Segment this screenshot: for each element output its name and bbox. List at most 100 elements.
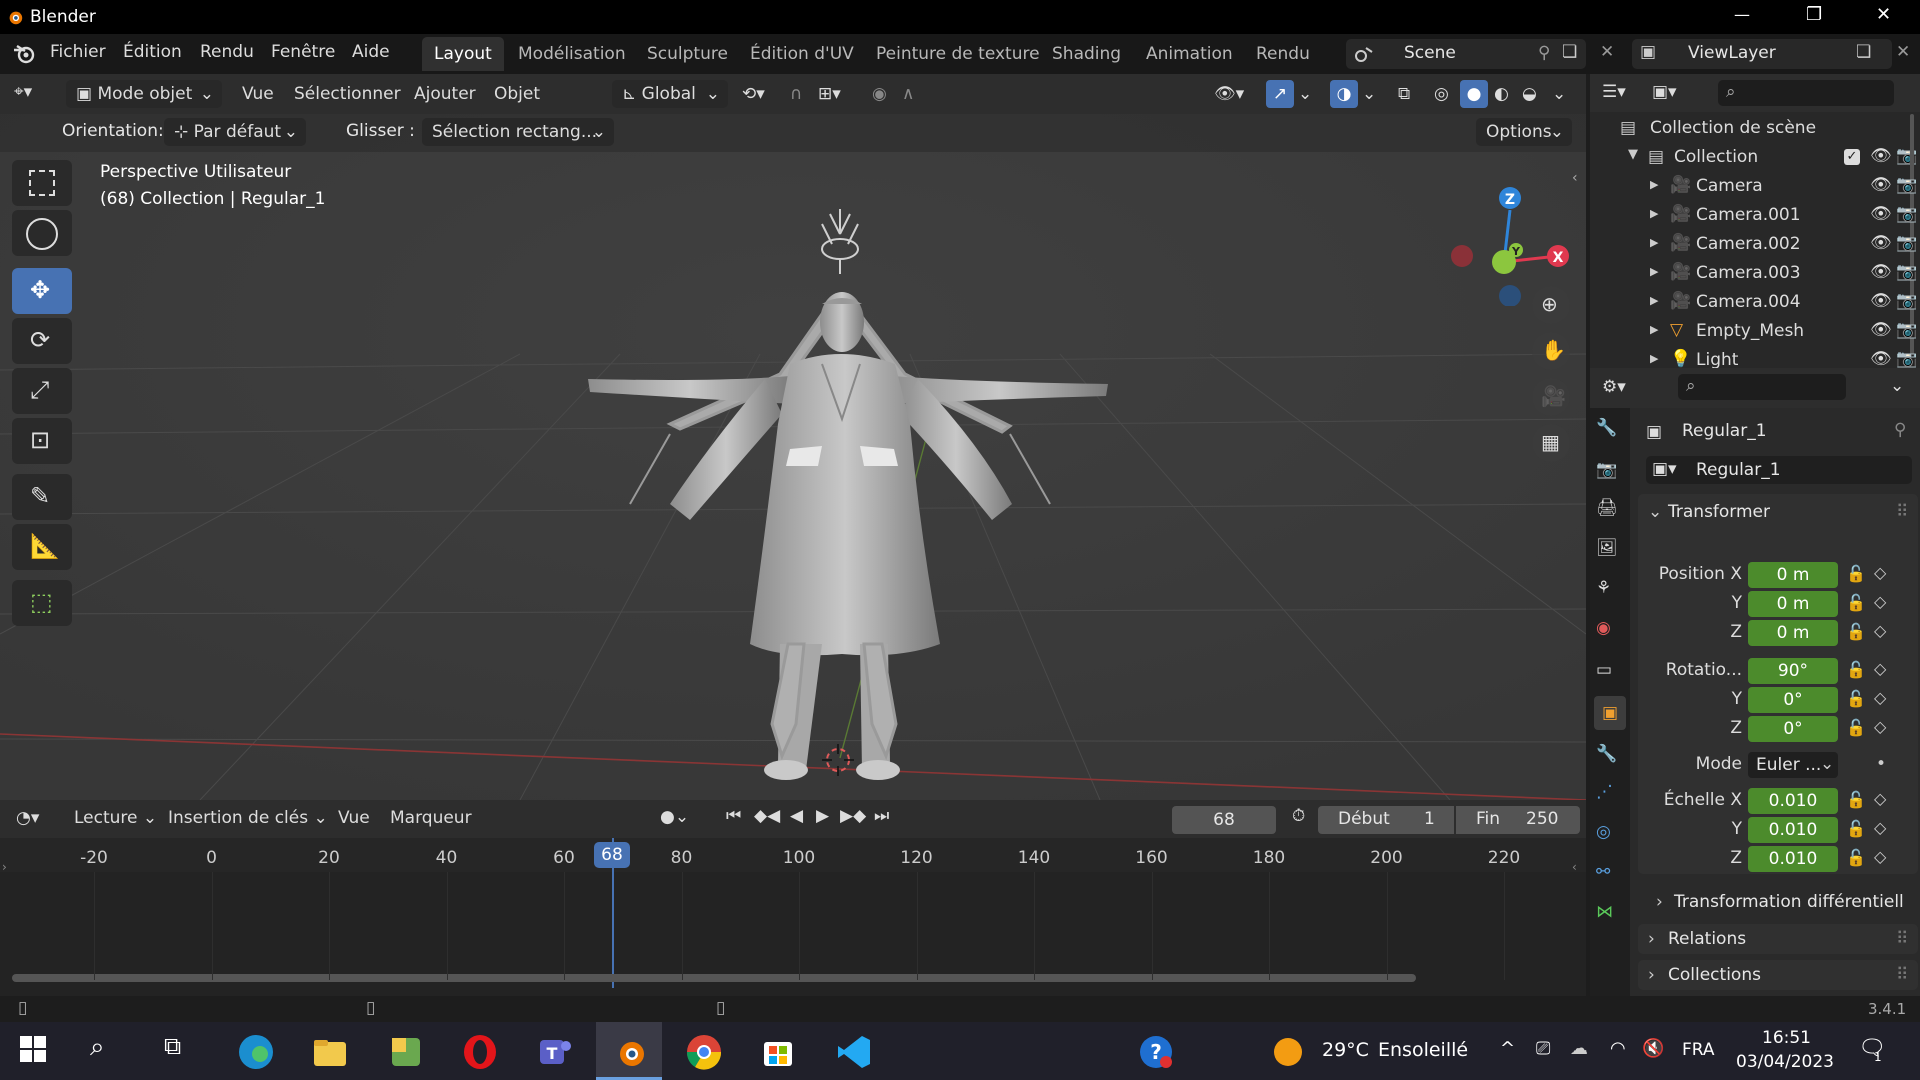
wireframe-shading-icon[interactable]: ◎ (1434, 80, 1449, 108)
navigation-gizmo[interactable]: Z X Y (1440, 166, 1580, 306)
eye-icon[interactable]: 👁 (1870, 262, 1892, 282)
scene-selector[interactable]: Scene ⚲ ❏ (1346, 39, 1586, 69)
tab-rendu[interactable]: Rendu (1244, 37, 1322, 71)
task-view-icon[interactable]: ⧉ (164, 1032, 204, 1072)
rendered-shading-icon[interactable]: ◒ (1522, 80, 1537, 108)
select-box-tool[interactable] (12, 160, 72, 206)
mode-dropdown[interactable]: ▣ Mode objet ⌄ (66, 80, 222, 108)
collection-row[interactable]: ▼ ▤ Collection ✓ 👁 📷 (1590, 143, 1920, 172)
start-frame-field[interactable]: Début 1 (1318, 806, 1454, 834)
drag-handle-icon[interactable]: ⠿ (1896, 502, 1908, 522)
rotation-x-field[interactable]: 90° (1748, 658, 1838, 684)
lock-icon[interactable]: 🔓 (1846, 848, 1866, 867)
outliner-search[interactable]: ⌕ (1718, 80, 1894, 106)
lock-icon[interactable]: 🔓 (1846, 564, 1866, 583)
edge-browser-icon[interactable] (236, 1032, 276, 1072)
current-frame-field[interactable]: 68 (1172, 806, 1276, 834)
weather-sun-icon[interactable] (1274, 1038, 1302, 1066)
expand-arrow-icon[interactable]: ▶ (1650, 352, 1658, 365)
mode-keyframe-dot[interactable]: • (1876, 754, 1886, 774)
scale-tool[interactable]: ⤢ (12, 368, 72, 414)
lock-icon[interactable]: 🔓 (1846, 622, 1866, 641)
timeline-menu-lecture[interactable]: Lecture ⌄ (74, 804, 157, 832)
new-view-layer-icon[interactable]: ❏ (1856, 42, 1871, 62)
menu-fichier[interactable]: Fichier (50, 42, 106, 62)
store-icon[interactable] (758, 1032, 798, 1072)
keyframe-icon[interactable]: ◇ (1874, 717, 1886, 736)
expand-arrow-icon[interactable]: ▶ (1650, 207, 1658, 220)
relations-panel[interactable]: › Relations ⠿ (1638, 924, 1918, 954)
timeline-editor[interactable]: ◔▾ Lecture ⌄ Insertion de clés ⌄ Vue Mar… (0, 800, 1586, 996)
visibility-icon[interactable]: 👁▾ (1214, 80, 1244, 108)
clock-date[interactable]: 03/04/2023 (1736, 1052, 1834, 1072)
end-frame-field[interactable]: Fin 250 (1456, 806, 1580, 834)
render-tab-icon[interactable]: 📷 (1596, 460, 1624, 488)
menu-rendu[interactable]: Rendu (200, 42, 254, 62)
scale-z-field[interactable]: 0.010 (1748, 846, 1838, 872)
keyframe-icon[interactable]: ◇ (1874, 688, 1886, 707)
world-tab-icon[interactable]: ◉ (1596, 618, 1624, 646)
minimize-button[interactable]: — (1734, 5, 1750, 24)
keyframe-icon[interactable]: ◇ (1874, 847, 1886, 866)
play-reverse-icon[interactable]: ◀ (790, 806, 803, 826)
lock-icon[interactable]: 🔓 (1846, 593, 1866, 612)
render-icon[interactable]: 📷 (1896, 233, 1917, 253)
render-icon[interactable]: 📷 (1896, 262, 1917, 282)
eye-icon[interactable]: 👁 (1870, 233, 1892, 253)
tab-shading[interactable]: Shading (1040, 37, 1133, 71)
scale-y-field[interactable]: 0.010 (1748, 817, 1838, 843)
rotate-tool[interactable]: ⟳ (12, 318, 72, 364)
jump-end-icon[interactable]: ⏭ (874, 806, 889, 826)
properties-editor-icon[interactable]: ⚙▾ (1602, 377, 1626, 397)
overlays-dropdown-icon[interactable]: ⌄ (1362, 80, 1376, 108)
blender-taskbar-button[interactable] (596, 1022, 662, 1080)
properties-options-icon[interactable]: ⌄ (1890, 376, 1904, 396)
stopwatch-icon[interactable]: ⏱ (1292, 806, 1305, 826)
view-layer-tab-icon[interactable]: 🖼 (1596, 538, 1624, 566)
data-tab-icon[interactable]: ⋈ (1596, 902, 1624, 930)
cursor-tool[interactable] (12, 210, 72, 256)
delta-transform-subpanel[interactable]: › Transformation différentiell (1654, 890, 1916, 916)
outliner-item[interactable]: ▶ 🎥 Camera.002 👁 📷 (1590, 230, 1920, 259)
properties-search[interactable]: ⌕ (1678, 374, 1846, 400)
scene-collection-row[interactable]: ▤ Collection de scène (1590, 114, 1920, 143)
close-button[interactable]: ✕ (1876, 4, 1891, 25)
render-icon[interactable]: 📷 (1896, 320, 1917, 340)
eye-icon[interactable]: 👁 (1870, 349, 1892, 369)
weather-desc[interactable]: Ensoleillé (1378, 1039, 1468, 1061)
transform-orientation-dropdown[interactable]: ⊾ Global ⌄ (612, 80, 728, 108)
solid-shading-icon[interactable]: ● (1460, 80, 1488, 108)
menu-objet[interactable]: Objet (494, 80, 540, 108)
tab-sculpture[interactable]: Sculpture (635, 37, 740, 71)
expand-arrow-icon[interactable]: ▶ (1650, 236, 1658, 249)
editor-type-icon[interactable]: ⌖▾ (14, 82, 32, 102)
constraints-tab-icon[interactable]: ⚯ (1596, 862, 1624, 890)
outliner-item[interactable]: ▶ ▽ Empty_Mesh 👁 📷 (1590, 317, 1920, 346)
ortho-toggle-button[interactable]: ▦ (1532, 424, 1570, 462)
collection-tab-icon[interactable]: ▭ (1596, 660, 1624, 688)
menu-vue[interactable]: Vue (242, 80, 274, 108)
jump-start-icon[interactable]: ⏮ (726, 806, 741, 826)
tab-uv-editing[interactable]: Édition d'UV (738, 37, 866, 71)
eye-icon[interactable]: 👁 (1870, 320, 1892, 340)
outliner-item[interactable]: ▶ 🎥 Camera.003 👁 📷 (1590, 259, 1920, 288)
render-icon[interactable]: 📷 (1896, 349, 1917, 369)
teams-icon[interactable]: T (534, 1032, 574, 1072)
pivot-point-icon[interactable]: ⟲▾ (742, 80, 765, 108)
expand-arrow-icon[interactable]: ▶ (1650, 323, 1658, 336)
object-name-field[interactable]: Regular_1 (1696, 460, 1781, 480)
notification-icon[interactable]: 🗨 (1858, 1036, 1886, 1061)
delete-scene-icon[interactable]: ✕ (1600, 42, 1614, 62)
render-icon[interactable]: 📷 (1896, 291, 1917, 311)
shading-dropdown-icon[interactable]: ⌄ (1552, 80, 1566, 108)
outliner[interactable]: ☰▾ ▣▾ ⌕ ▤ Collection de scène ▼ ▤ Collec… (1590, 74, 1920, 370)
tab-layout[interactable]: Layout (422, 37, 504, 71)
tab-modelisation[interactable]: Modélisation (506, 37, 638, 71)
character-model[interactable] (560, 204, 1120, 794)
modifier-tab-icon[interactable]: 🔧 (1596, 744, 1624, 772)
proportional-edit-icon[interactable]: ◉ (872, 80, 887, 108)
pin-icon[interactable]: ⚲ (1538, 43, 1550, 63)
chrome-icon[interactable] (684, 1032, 724, 1072)
outliner-item[interactable]: ▶ 🎥 Camera.004 👁 📷 (1590, 288, 1920, 317)
3d-viewport[interactable]: ⌖▾ ▣ Mode objet ⌄ Vue Sélectionner Ajoute… (0, 74, 1586, 800)
